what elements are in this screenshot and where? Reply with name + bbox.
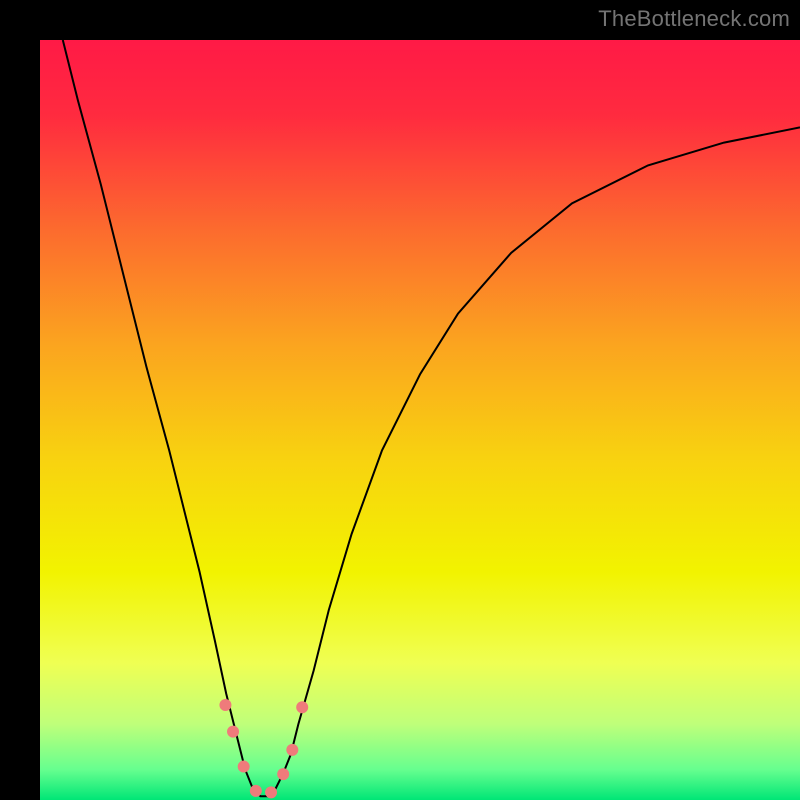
chart-frame: TheBottleneck.com [0, 0, 800, 800]
valley-marker [250, 785, 262, 797]
valley-marker [286, 744, 298, 756]
valley-marker [227, 726, 239, 738]
valley-marker [265, 786, 277, 798]
valley-marker [277, 768, 289, 780]
bottleneck-chart [40, 40, 800, 800]
valley-marker [238, 761, 250, 773]
valley-marker [296, 701, 308, 713]
valley-marker [219, 699, 231, 711]
watermark-text: TheBottleneck.com [598, 6, 790, 32]
plot-area [40, 40, 800, 800]
